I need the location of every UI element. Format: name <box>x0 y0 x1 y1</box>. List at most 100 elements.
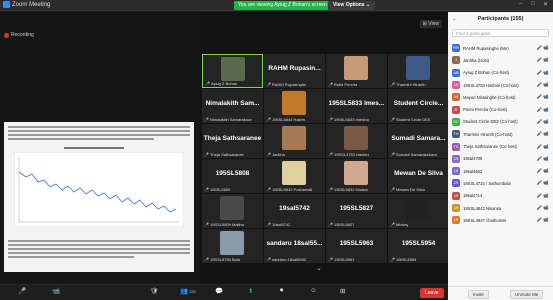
participants-footer: Invite Unmute Me <box>448 286 553 300</box>
video-tile[interactable]: RAHM Rupasin... 🎤 RAHM Rupasinghe <box>264 54 325 88</box>
leave-button[interactable]: Leave <box>420 288 444 298</box>
video-tile[interactable]: Theja Sathsaranee 🎤 Theja Sathsaranee <box>202 124 263 158</box>
video-tile[interactable]: 🎤 Ruthi Pereira <box>326 54 387 88</box>
video-tile[interactable]: sandaru 18sal55... 🎤 sandaru 18sal5592 <box>264 229 325 263</box>
video-tile[interactable]: Sumadi Samara... 🎤 Sumadi Samarasekara <box>388 124 449 158</box>
invite-button[interactable]: Invite <box>468 290 489 299</box>
participant-row[interactable]: J Janitha (Host) 🎤 📹 <box>448 54 553 66</box>
video-tile[interactable]: 195SL5963 🎤 195SL5963 <box>326 229 387 263</box>
video-tile[interactable]: 🎤 195SL5832 Kisaka <box>326 159 387 193</box>
muted-mic-icon: 🎤 <box>390 187 395 192</box>
participant-name: 19SSL4847 chathumini <box>463 217 507 223</box>
video-tile[interactable]: 🎤 19SSL4753 Hashini <box>326 124 387 158</box>
zoom-window: Zoom Meeting You are viewing Ayiug Z Boh… <box>0 0 553 300</box>
video-tile[interactable]: 195SL5827 🎤 195SL5827 <box>326 194 387 228</box>
record-icon[interactable]: ⏺ <box>280 287 283 295</box>
video-tile[interactable]: 🎤 Janitha <box>264 124 325 158</box>
close-icon[interactable]: ✕ <box>543 1 548 8</box>
participant-row[interactable]: 19 19SSL4753 Hashini (Co-host) 🎤 📹 <box>448 79 553 91</box>
video-tile[interactable]: 🎤 Ayiug Z Bohan <box>202 54 263 88</box>
tile-name-label: 🎤 195SL5832 Kisaka <box>328 187 368 192</box>
minimize-icon[interactable]: – <box>519 1 522 7</box>
tile-display-name: Student Circle... <box>393 100 444 107</box>
participants-button[interactable]: 👥155 <box>180 287 196 295</box>
tile-label-text: sandaru 18sal5592 <box>271 257 307 262</box>
unmute-me-button[interactable]: Unmute Me <box>510 290 544 299</box>
participant-search-input[interactable]: Find a participant <box>452 29 549 37</box>
avatar: 19 <box>452 179 460 188</box>
tile-name-label: 🎤 195SL5832 Poshamali <box>266 187 312 192</box>
tile-name-label: 🎤 19sal5742 <box>266 222 290 227</box>
participant-status-icon: 🎤 📹 <box>536 45 549 51</box>
participant-row[interactable]: AB Ayiug Z Bohan (Co-host) 🎤 📹 <box>448 67 553 79</box>
tile-display-name: RAHM Rupasin... <box>268 65 321 72</box>
participant-row[interactable]: 19 19SSL4847 chathumini 🎤 📹 <box>448 214 553 226</box>
participant-row[interactable]: 19 19SSL4843 Nisansa 🎤 📹 <box>448 202 553 214</box>
muted-mic-icon: 🎤 <box>328 257 333 262</box>
participant-row[interactable]: 19 19sal4662 🎤 📹 <box>448 165 553 177</box>
reactions-icon[interactable]: ☺ <box>310 287 317 294</box>
tile-display-name: 195SL5827 <box>339 205 374 212</box>
participant-status-icon: 🎤 📹 <box>536 118 549 124</box>
tile-name-label: 🎤 RAHM Rupasinghe <box>266 82 306 87</box>
video-tile[interactable]: 🎤 19SSL5750 Bola <box>202 229 263 263</box>
video-camera-icon[interactable]: 📹 <box>52 287 60 295</box>
muted-mic-icon: 🎤 <box>390 117 395 122</box>
video-tile[interactable]: 🎤 Mickey <box>388 194 449 228</box>
video-tile[interactable]: 🎤 195SL5832 Poshamali <box>264 159 325 193</box>
video-tile[interactable]: Student Circle... 🎤 Student Circle DES <box>388 89 449 123</box>
participant-row[interactable]: R Pooni Pereira (Co-host) 🎤 📹 <box>448 103 553 115</box>
tile-label-text: Tharmini Hiranth <box>395 82 426 87</box>
video-tile[interactable]: 195SL5808 🎤 195SL5808 <box>202 159 263 193</box>
tile-display-name: Theja Sathsaranee <box>203 135 262 142</box>
participant-row[interactable]: 19 19SSL4724 / Sathumbala 🎤 📹 <box>448 177 553 189</box>
video-tile[interactable]: 19sal5742 🎤 19sal5742 <box>264 194 325 228</box>
participant-row[interactable]: M Mayuri Nirasinghe (Co-host) 🎤 📹 <box>448 91 553 103</box>
participant-status-icon: 🎤 📹 <box>536 106 549 112</box>
security-icon[interactable]: 🛡 <box>150 287 158 295</box>
video-tile[interactable]: 195SL5833 Imes... 🎤 195SL5833 Imesha <box>326 89 387 123</box>
participant-row[interactable]: TS Theja Sathsaranee (Co-host) 🎤 📹 <box>448 140 553 152</box>
participant-row[interactable]: TH Tharmini Hiranth (Co-host) 🎤 📹 <box>448 128 553 140</box>
collapse-icon[interactable]: ⌄ <box>452 12 457 26</box>
grid-next-page-icon[interactable]: ⌄ <box>316 264 322 272</box>
video-tile[interactable]: 🎤 195SL6844 Hazim <box>264 89 325 123</box>
tile-name-label: 🎤 Sumadi Samarasekara <box>390 152 437 157</box>
zoom-logo-icon <box>3 1 10 8</box>
share-screen-icon[interactable]: ⬆ <box>248 287 253 295</box>
muted-mic-icon: 🎤 <box>390 82 395 87</box>
participant-row[interactable]: 19 19sal4714 🎤 📹 <box>448 190 553 202</box>
microphone-icon[interactable]: 🎤 <box>18 287 26 295</box>
maximize-icon[interactable]: □ <box>531 1 535 7</box>
video-tile[interactable]: 195SL5954 🎤 195SL5954 <box>388 229 449 263</box>
tile-label-text: Sumadi Samarasekara <box>395 152 437 157</box>
tile-display-name: 195SL5954 <box>401 240 436 247</box>
video-tile[interactable]: 🎤 19SSL5809 Maltha <box>202 194 263 228</box>
muted-mic-icon: 🎤 <box>328 117 333 122</box>
video-tile[interactable]: Nimalakith Sam... 🎤 Nimalakith Samarakoon <box>202 89 263 123</box>
shared-screen: Recording <box>0 12 200 284</box>
muted-mic-icon: 🎤 <box>266 257 271 262</box>
muted-mic-icon: 🎤 <box>266 187 271 192</box>
participant-name: Tharmini Hiranth (Co-host) <box>463 131 513 137</box>
participant-row[interactable]: 19 19sal4706 🎤 📹 <box>448 153 553 165</box>
participant-status-icon: 🎤 📹 <box>536 155 549 161</box>
video-tile[interactable]: Mewan De Silva 🎤 Mewan De Silva <box>388 159 449 193</box>
view-button[interactable]: ⊞ View <box>419 20 442 28</box>
tile-name-label: 🎤 19SSL5750 Bola <box>204 257 240 262</box>
muted-mic-icon: 🎤 <box>266 152 271 157</box>
view-options-button[interactable]: View Options ⌄ <box>328 1 376 10</box>
video-tile[interactable]: 🎤 Tharmini Hiranth <box>388 54 449 88</box>
muted-mic-icon: 🎤 <box>205 81 210 86</box>
participant-row[interactable]: SC Student Circle DES (Co-host) 🎤 📹 <box>448 116 553 128</box>
tile-name-label: 🎤 Mickey <box>390 222 408 227</box>
participant-status-icon: 🎤 📹 <box>536 57 549 63</box>
participant-photo <box>344 161 368 185</box>
tile-name-label: 🎤 Student Circle DES <box>390 117 430 122</box>
apps-icon[interactable]: ⊞ <box>340 287 345 295</box>
chat-icon[interactable]: 💬 <box>215 287 223 295</box>
participant-row[interactable]: RR RAHM Rupasinghe (Me) 🎤 📹 <box>448 42 553 54</box>
tile-display-name: sandaru 18sal55... <box>266 240 323 247</box>
tile-name-label: 🎤 195SL5954 <box>390 257 416 262</box>
tile-name-label: 🎤 Ayiug Z Bohan <box>205 81 237 86</box>
